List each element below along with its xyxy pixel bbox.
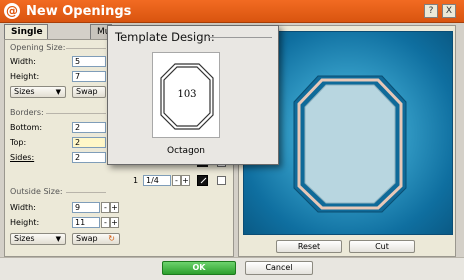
app-logo-icon: @: [4, 3, 20, 19]
opening-height-input[interactable]: 7: [72, 71, 106, 82]
opening-height-label: Height:: [10, 72, 40, 81]
pen-color-swatch-icon[interactable]: [197, 175, 208, 186]
outside-width-increment-button[interactable]: +: [110, 202, 119, 213]
outside-swap-button[interactable]: Swap ↻: [72, 233, 120, 245]
outside-height-input[interactable]: 11: [72, 217, 100, 228]
row-checkbox[interactable]: [217, 176, 226, 185]
outside-width-decrement-button[interactable]: -: [101, 202, 110, 213]
swap-icon: ↻: [108, 234, 115, 243]
swap-label: Swap: [76, 234, 98, 243]
dropdown-arrow-icon: ▼: [55, 235, 61, 243]
close-button[interactable]: X: [442, 4, 456, 18]
row-index: 1: [133, 176, 139, 185]
outside-size-header: Outside Size:: [10, 187, 63, 196]
outside-width-label: Width:: [10, 203, 36, 212]
window-title: New Openings: [26, 4, 132, 19]
fraction-decrement-button[interactable]: -: [172, 175, 181, 186]
sizes-label: Sizes: [14, 234, 35, 243]
divider: [46, 113, 106, 114]
help-button[interactable]: ?: [424, 4, 438, 18]
borders-header: Borders:: [10, 108, 44, 117]
template-thumbnail[interactable]: 103: [152, 52, 220, 138]
fraction-increment-button[interactable]: +: [181, 175, 190, 186]
popup-title: Template Design:: [115, 30, 215, 44]
top-label: Top:: [10, 138, 27, 147]
opening-width-input[interactable]: 5: [72, 56, 106, 67]
dropdown-arrow-icon: ▼: [55, 88, 61, 96]
opening-size-header: Opening Size:: [10, 43, 66, 52]
outside-width-input[interactable]: 9: [72, 202, 100, 213]
divider: [66, 192, 106, 193]
cut-button[interactable]: Cut: [349, 240, 415, 253]
fraction-input[interactable]: 1/4: [143, 175, 171, 186]
divider: [66, 48, 106, 49]
sides-border-input[interactable]: 2: [72, 152, 106, 163]
outside-sizes-dropdown[interactable]: Sizes ▼: [10, 233, 66, 245]
opening-width-label: Width:: [10, 57, 36, 66]
outside-height-label: Height:: [10, 218, 40, 227]
template-name: Octagon: [167, 146, 205, 156]
sizes-label: Sizes: [14, 87, 35, 96]
tab-single[interactable]: Single: [4, 24, 48, 40]
reset-button[interactable]: Reset: [276, 240, 342, 253]
cancel-button[interactable]: Cancel: [245, 261, 313, 275]
divider: [208, 37, 272, 38]
opening-swap-button[interactable]: Swap: [72, 86, 106, 98]
top-border-input[interactable]: 2: [72, 137, 106, 148]
ok-button[interactable]: OK: [162, 261, 236, 275]
bottom-border-input[interactable]: 2: [72, 122, 106, 133]
opening-sizes-dropdown[interactable]: Sizes ▼: [10, 86, 66, 98]
outside-height-increment-button[interactable]: +: [110, 217, 119, 228]
sides-label: Sides:: [10, 153, 35, 162]
bottom-label: Bottom:: [10, 123, 43, 132]
template-number: 103: [177, 89, 197, 100]
outside-height-decrement-button[interactable]: -: [101, 217, 110, 228]
